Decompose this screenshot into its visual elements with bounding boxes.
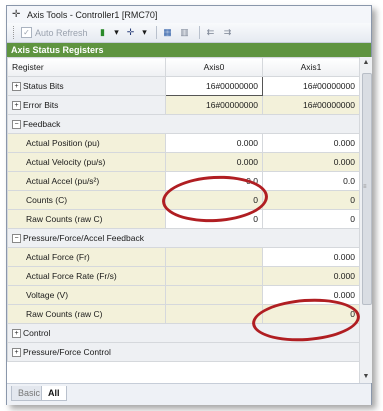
register-value[interactable]: 0.000 [165,152,263,172]
register-value[interactable]: 0.000 [262,247,359,267]
toolbar-grip[interactable] [13,26,17,39]
register-label: Actual Position (pu) [7,133,166,153]
collapse-minus-icon[interactable]: − [12,120,21,130]
register-label: Raw Counts (raw C) [7,304,166,324]
register-value[interactable] [165,304,263,324]
register-value[interactable]: 0.000 [262,133,359,153]
column-header-register[interactable]: Register [7,57,166,77]
register-value[interactable]: 16#00000000 [262,95,359,115]
table-row[interactable]: + Status Bits 16#00000000 16#00000000 [7,76,359,96]
register-label: Counts (C) [7,190,166,210]
toolbar-separator [198,26,200,39]
panel-header: Axis Status Registers [7,43,371,57]
expand-plus-icon[interactable]: + [12,82,21,92]
toolbar: ✓ Auto Refresh ▮ ▾ ✛ ▾ ▦ ▥ ⇇ ⇉ [7,23,371,43]
register-label: Actual Force (Fr) [7,247,166,267]
auto-refresh-checkbox[interactable]: ✓ Auto Refresh [21,27,88,38]
tab-all[interactable]: All [41,386,67,401]
group-row[interactable]: + Pressure/Force Control [7,342,359,362]
view-tabs: Basic All [7,383,371,405]
table-row[interactable]: Actual Velocity (pu/s) 0.000 0.000 [7,152,359,172]
expand-plus-icon[interactable]: + [12,329,21,339]
checkbox-check-icon: ✓ [21,27,32,38]
dropdown-arrow-icon[interactable]: ▾ [113,26,121,40]
group-label: Control [23,327,51,338]
group-row[interactable]: − Pressure/Force/Accel Feedback [7,228,359,248]
register-label: Error Bits [23,99,59,110]
table-row[interactable]: Actual Force Rate (Fr/s) 0.000 [7,266,359,286]
group-row[interactable]: − Feedback [7,114,359,134]
group-label: Feedback [23,118,61,129]
collapse-minus-icon[interactable]: − [12,234,21,244]
group-label: Pressure/Force Control [23,346,111,357]
title-bar: ✛ Axis Tools - Controller1 [RMC70] [7,6,371,23]
axis-right-button[interactable]: ⇉ [221,26,235,40]
register-value[interactable]: 16#00000000 [165,76,263,96]
grid-view-button[interactable]: ▦ [161,26,175,40]
register-value[interactable]: 0.0 [262,171,359,191]
column-header-axis1[interactable]: Axis1 [262,57,359,77]
window-title: Axis Tools - Controller1 [RMC70] [27,9,158,20]
register-label: Raw Counts (raw C) [7,209,166,229]
register-label: Status Bits [23,80,64,91]
register-label: Actual Accel (pu/s²) [7,171,166,191]
refresh-rate-button[interactable]: ▮ [96,26,110,40]
register-label: Actual Velocity (pu/s) [7,152,166,172]
scroll-grip-icon: ≡ [363,184,367,190]
scroll-down-icon[interactable]: ▼ [360,371,372,383]
table-row[interactable]: Actual Force (Fr) 0.000 [7,247,359,267]
register-value[interactable]: 16#00000000 [262,76,359,96]
register-value[interactable] [165,266,263,286]
group-label: Pressure/Force/Accel Feedback [23,232,144,243]
table-row[interactable]: + Error Bits 16#00000000 16#00000000 [7,95,359,115]
dropdown-arrow-icon[interactable]: ▾ [141,26,149,40]
register-value[interactable]: 0.000 [165,133,263,153]
expand-plus-icon[interactable]: + [12,348,21,358]
register-label: Voltage (V) [7,285,166,305]
auto-refresh-label: Auto Refresh [35,27,88,38]
axis-left-button[interactable]: ⇇ [204,26,218,40]
register-value[interactable] [165,285,263,305]
column-header-axis0[interactable]: Axis0 [165,57,263,77]
register-value[interactable]: 0 [262,209,359,229]
register-value[interactable]: 0.000 [262,152,359,172]
table-row[interactable]: Actual Position (pu) 0.000 0.000 [7,133,359,153]
register-value[interactable]: 16#00000000 [165,95,263,115]
register-value[interactable]: 0.000 [262,266,359,286]
axis-tools-icon: ✛ [12,9,21,20]
axis-select-button[interactable]: ✛ [124,26,138,40]
register-label: Actual Force Rate (Fr/s) [7,266,166,286]
expand-plus-icon[interactable]: + [12,101,21,111]
register-value[interactable]: 0 [262,190,359,210]
register-value[interactable] [165,247,263,267]
columns-view-button[interactable]: ▥ [178,26,192,40]
vertical-scrollbar[interactable]: ▲ ≡ ▼ [359,57,372,383]
scroll-up-icon[interactable]: ▲ [360,57,372,69]
toolbar-separator [155,26,157,39]
